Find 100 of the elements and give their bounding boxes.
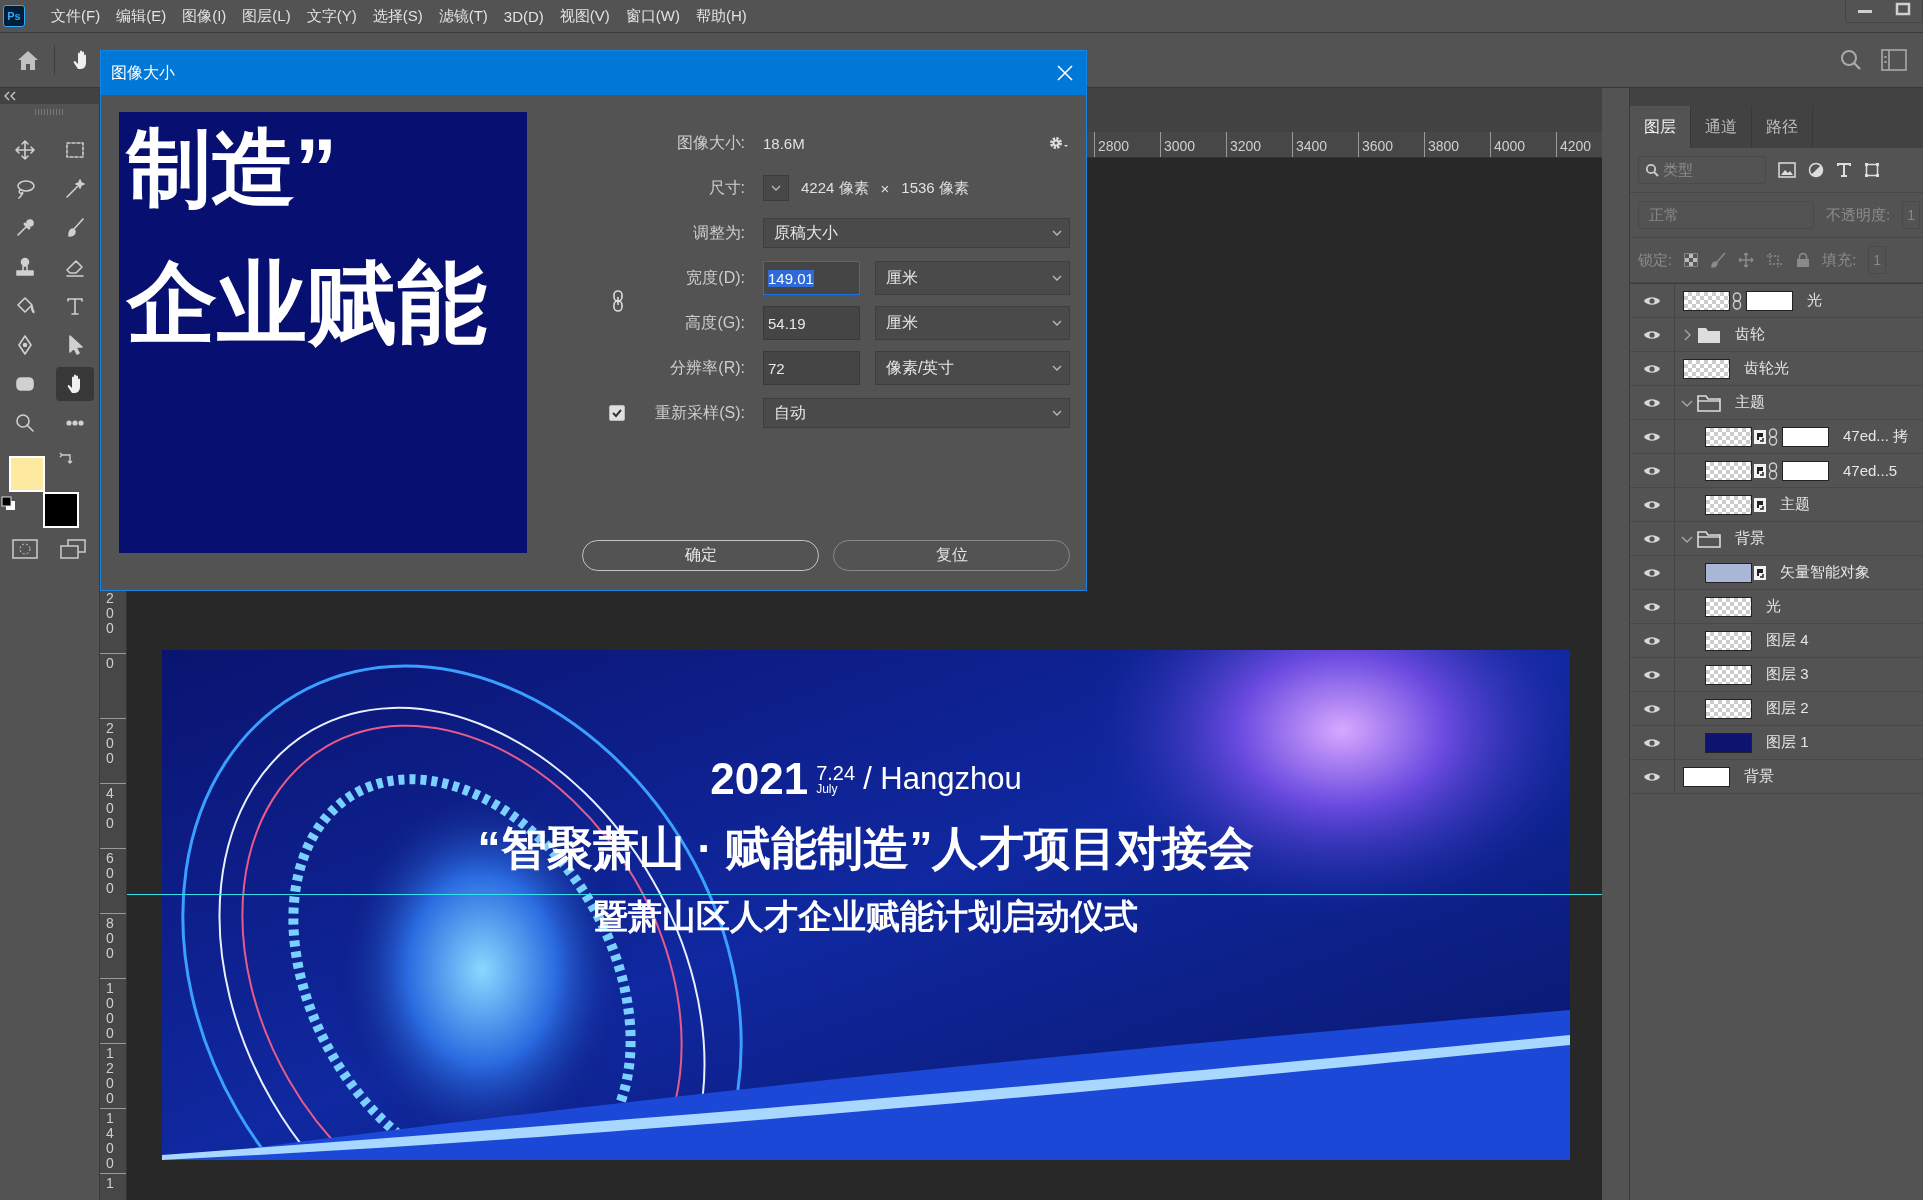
- menu-item[interactable]: 选择(S): [364, 6, 431, 26]
- layer-thumbnail: [1705, 494, 1752, 515]
- year-text: 2021: [710, 754, 809, 804]
- ruler-label: 800: [106, 916, 114, 961]
- menu-item[interactable]: 文件(F): [43, 6, 109, 26]
- home-icon[interactable]: [16, 49, 40, 71]
- layer-name[interactable]: 齿轮: [1735, 325, 1765, 344]
- foreground-color-swatch[interactable]: [8, 456, 45, 492]
- resample-dropdown[interactable]: 自动: [763, 398, 1070, 428]
- layer-name[interactable]: 背景: [1744, 767, 1774, 786]
- layer-name[interactable]: 主题: [1780, 495, 1810, 514]
- adjustment-filter-icon[interactable]: [1808, 162, 1824, 178]
- layer-name[interactable]: 47ed...5: [1843, 462, 1898, 479]
- layer-name[interactable]: 齿轮光: [1744, 359, 1789, 378]
- pixel-width: 4224 像素: [801, 178, 869, 198]
- ruler-label: 3600: [1358, 132, 1424, 157]
- layer-name[interactable]: 背景: [1735, 529, 1765, 548]
- menu-item[interactable]: 视图(V): [551, 6, 618, 26]
- layer-name[interactable]: 主题: [1735, 393, 1765, 412]
- unit-toggle-button[interactable]: [763, 175, 789, 201]
- screen-mode-icon[interactable]: [58, 538, 87, 560]
- month-text: July: [816, 783, 838, 795]
- panel-tab[interactable]: 通道: [1691, 106, 1752, 148]
- default-colors-icon[interactable]: [0, 496, 17, 512]
- search-icon: [1645, 163, 1659, 177]
- ruler-label: 1200: [106, 1046, 114, 1106]
- checkbox[interactable]: [609, 405, 625, 421]
- panel-tab[interactable]: 路径: [1752, 106, 1813, 148]
- search-icon[interactable]: [1839, 48, 1863, 72]
- layer-name[interactable]: 图层 4: [1766, 631, 1809, 650]
- input-field[interactable]: 149.01: [763, 261, 860, 295]
- unit-dropdown[interactable]: 像素/英寸: [875, 351, 1070, 385]
- unit-dropdown[interactable]: 厘米: [875, 306, 1070, 340]
- ruler-label: 4000: [1490, 132, 1556, 157]
- menu-item[interactable]: 编辑(E): [108, 6, 175, 26]
- layer-name[interactable]: 47ed... 拷: [1843, 427, 1909, 446]
- collapse-icon[interactable]: [4, 91, 16, 101]
- layer-name[interactable]: 图层 1: [1766, 733, 1809, 752]
- swap-arrows-icon[interactable]: [58, 450, 75, 466]
- menu-item[interactable]: 文字(Y): [298, 6, 365, 26]
- ruler-label: 200: [106, 591, 114, 636]
- ruler-label: 400: [106, 786, 114, 831]
- background-color-swatch[interactable]: [42, 492, 79, 528]
- input-field[interactable]: 72: [763, 351, 860, 385]
- close-icon[interactable]: [1056, 64, 1074, 82]
- menu-item[interactable]: 窗口(W): [617, 6, 688, 26]
- folder-icon: [1697, 325, 1721, 344]
- checkmark-icon: [611, 407, 623, 419]
- times-sign: ×: [880, 179, 890, 197]
- field-label: 重新采样(S):: [655, 402, 745, 423]
- chain-link-icon: [1732, 291, 1742, 310]
- menu-item[interactable]: 图像(I): [174, 6, 235, 26]
- ruler-label: 200: [106, 721, 114, 766]
- layer-name[interactable]: 光: [1807, 291, 1822, 310]
- chain-link-icon: [1768, 427, 1778, 446]
- workspace-icon[interactable]: [1881, 49, 1907, 71]
- hand-icon[interactable]: [55, 366, 94, 401]
- ruler-label: 3400: [1292, 132, 1358, 157]
- layer-thumbnail: [1705, 698, 1752, 719]
- layer-name[interactable]: 矢量智能对象: [1780, 563, 1870, 582]
- ruler-label: 1400: [106, 1111, 114, 1171]
- field-label: 尺寸:: [708, 177, 745, 198]
- ruler-label: 3800: [1424, 132, 1490, 157]
- chain-link-icon: [1768, 461, 1778, 480]
- layer-thumbnail: [1705, 630, 1752, 651]
- menu-item[interactable]: 图层(L): [234, 6, 299, 26]
- layer-name[interactable]: 光: [1766, 597, 1781, 616]
- layer-thumbnail: [1705, 664, 1752, 685]
- menu-item[interactable]: 滤镜(T): [430, 6, 496, 26]
- chain-link-icon[interactable]: [611, 288, 625, 313]
- transparency-lock-icon[interactable]: [1684, 253, 1699, 267]
- field-label: 图像大小:: [676, 132, 745, 153]
- unit-dropdown[interactable]: 厘米: [875, 261, 1070, 295]
- layer-thumbnail: [1705, 460, 1752, 481]
- gear-icon[interactable]: [1048, 135, 1070, 151]
- ruler-label: 3200: [1226, 132, 1292, 157]
- layer-thumbnail: [1705, 596, 1752, 617]
- city-text: / Hangzhou: [863, 761, 1022, 797]
- preview-text: 制造”: [127, 122, 337, 215]
- field-label: 宽度(D):: [686, 267, 745, 288]
- folder-icon: [1697, 393, 1721, 412]
- field-label: 分辨率(R):: [670, 357, 745, 378]
- field-label: 高度(G):: [685, 312, 745, 333]
- input-field[interactable]: 54.19: [763, 306, 860, 340]
- layer-name[interactable]: 图层 2: [1766, 699, 1809, 718]
- ruler-label: 3000: [1160, 132, 1226, 157]
- fit-to-dropdown[interactable]: 原稿大小: [763, 218, 1070, 248]
- shape-filter-icon[interactable]: [1864, 162, 1880, 178]
- image-filter-icon[interactable]: [1778, 162, 1796, 178]
- menu-item[interactable]: 3D(D): [495, 7, 552, 25]
- panel-tab[interactable]: 图层: [1630, 106, 1691, 148]
- ruler-label: 2800: [1094, 132, 1160, 157]
- layer-name[interactable]: 图层 3: [1766, 665, 1809, 684]
- type-filter-icon[interactable]: [1836, 162, 1852, 178]
- ruler-label: 600: [106, 851, 114, 896]
- ruler-label: 0: [106, 656, 114, 671]
- quick-mask-icon[interactable]: [10, 538, 39, 560]
- layer-thumbnail: [1705, 426, 1752, 447]
- menu-item[interactable]: 帮助(H): [688, 6, 755, 26]
- ruler-label: 1000: [106, 981, 114, 1041]
